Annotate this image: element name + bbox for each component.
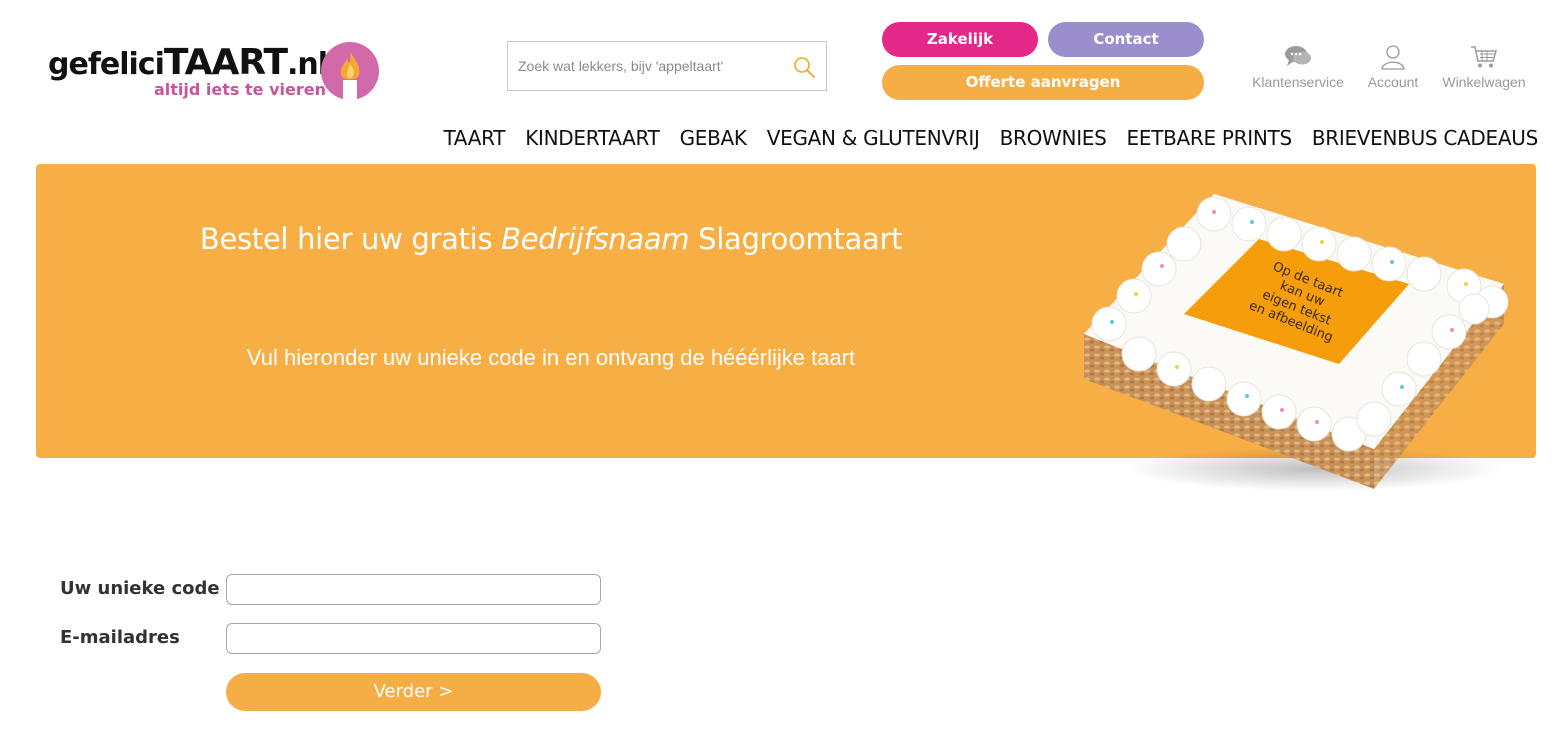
nav-item-eetbare-prints[interactable]: EETBARE PRINTS xyxy=(1127,126,1293,150)
offerte-aanvragen-button[interactable]: Offerte aanvragen xyxy=(882,65,1204,100)
banner-subtitle: Vul hieronder uw unieke code in en ontva… xyxy=(246,345,856,370)
search-box xyxy=(507,41,827,91)
logo-wordmark: gefeliciTAART.nl xyxy=(48,42,328,83)
main-nav: TAART KINDERTAART GEBAK VEGAN & GLUTENVR… xyxy=(423,126,1538,150)
nav-item-brievenbus-cadeaus[interactable]: BRIEVENBUS CADEAUS xyxy=(1312,126,1538,150)
nav-item-brownies[interactable]: BROWNIES xyxy=(1000,126,1107,150)
nav-item-gebak[interactable]: GEBAK xyxy=(680,126,747,150)
nav-item-taart[interactable]: TAART xyxy=(443,126,505,150)
site-logo[interactable]: gefeliciTAART.nl altijd iets te vieren xyxy=(48,38,383,104)
contact-button[interactable]: Contact xyxy=(1048,22,1204,57)
logo-tagline: altijd iets te vieren xyxy=(154,80,326,99)
email-input[interactable] xyxy=(226,623,601,654)
nav-item-vegan-glutenvrij[interactable]: VEGAN & GLUTENVRIJ xyxy=(767,126,980,150)
cake-image: Op de taart kan uw eigen tekst en afbeel… xyxy=(1084,194,1509,491)
winkelwagen-label: Winkelwagen xyxy=(1442,74,1526,90)
email-label: E-mailadres xyxy=(60,627,180,648)
search-input[interactable] xyxy=(508,42,780,90)
code-input[interactable] xyxy=(226,574,601,605)
klantenservice-link[interactable]: Klantenservice xyxy=(1250,44,1346,90)
user-icon xyxy=(1381,45,1405,70)
code-label: Uw unieke code xyxy=(60,578,220,599)
banner-title-italic: Bedrijfsnaam xyxy=(501,222,690,256)
klantenservice-label: Klantenservice xyxy=(1252,74,1344,90)
account-link[interactable]: Account xyxy=(1364,44,1422,90)
chat-icon xyxy=(1285,46,1311,66)
cart-icon xyxy=(1471,46,1498,68)
search-icon[interactable] xyxy=(792,55,816,79)
account-label: Account xyxy=(1367,74,1419,90)
zakelijk-button[interactable]: Zakelijk xyxy=(882,22,1038,57)
candle-logo-icon xyxy=(321,42,379,100)
logo-prefix: gefelici xyxy=(48,47,165,82)
nav-item-kindertaart[interactable]: KINDERTAART xyxy=(525,126,660,150)
logo-main: TAART xyxy=(163,42,288,83)
verder-button[interactable]: Verder > xyxy=(226,673,601,711)
winkelwagen-link[interactable]: Winkelwagen xyxy=(1439,44,1529,90)
banner-title-end: Slagroomtaart xyxy=(689,222,903,256)
banner-title: Bestel hier uw gratis Bedrijfsnaam Slagr… xyxy=(36,222,1066,256)
banner-title-start: Bestel hier uw gratis xyxy=(199,222,502,256)
